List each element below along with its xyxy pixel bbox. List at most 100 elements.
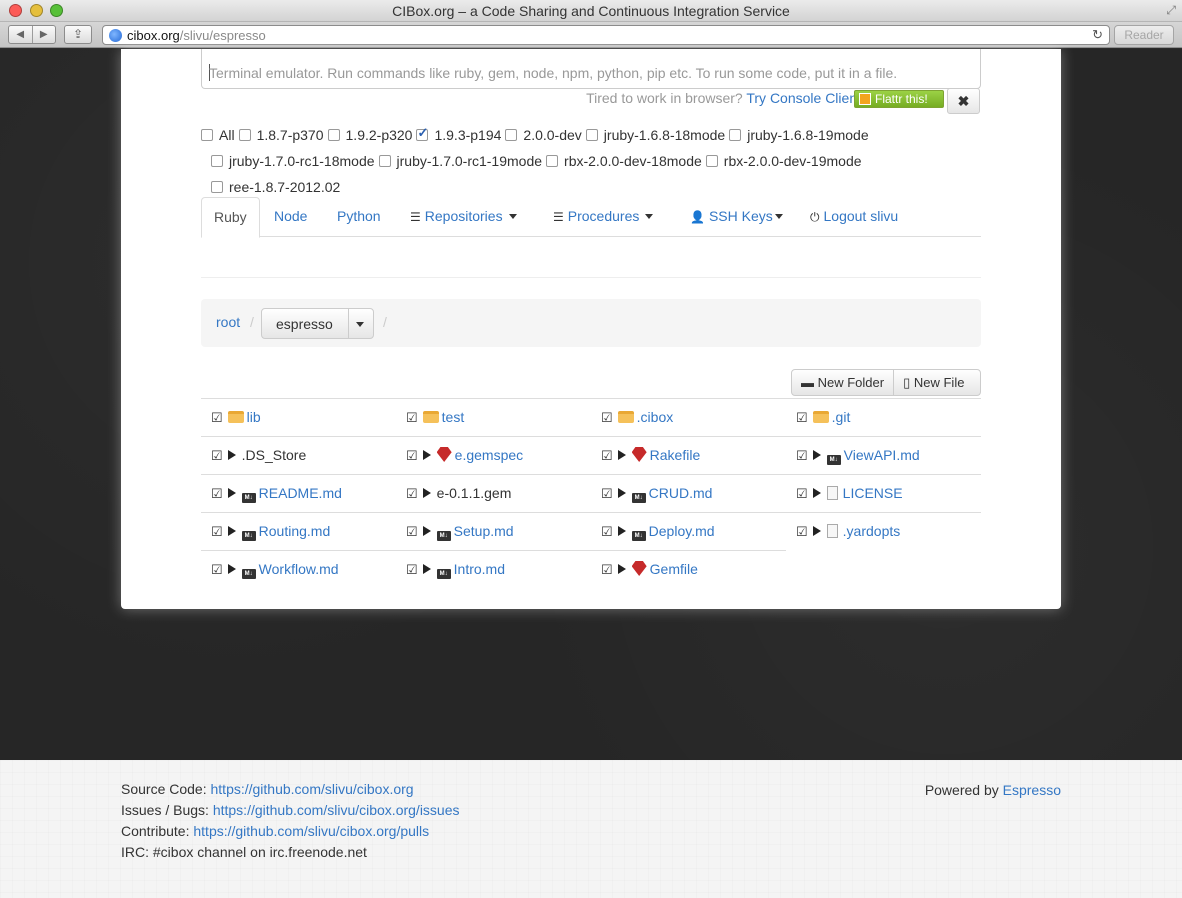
play-icon[interactable]	[812, 450, 821, 460]
play-icon[interactable]	[227, 526, 236, 536]
tab-logout[interactable]: ⏻ Logout slivu	[810, 197, 898, 237]
close-terminal-button[interactable]: ✖	[947, 88, 980, 114]
edit-icon[interactable]: ☑	[601, 410, 613, 426]
checkbox[interactable]	[211, 181, 223, 193]
play-icon[interactable]	[227, 488, 236, 498]
file-name[interactable]: lib	[247, 409, 261, 425]
play-icon[interactable]	[812, 526, 821, 536]
checkbox[interactable]	[416, 125, 429, 141]
powered-link[interactable]: Espresso	[1003, 782, 1061, 798]
file-name[interactable]: Workflow.md	[259, 561, 339, 577]
edit-icon[interactable]: ☑	[796, 410, 808, 426]
checkbox[interactable]	[585, 129, 598, 141]
tab-ruby[interactable]: Ruby	[201, 197, 260, 238]
chevron-down-icon[interactable]	[356, 322, 364, 327]
version-checkbox-item[interactable]: jruby-1.7.0-rc1-18mode	[211, 153, 375, 169]
reload-icon[interactable]: ↻	[1092, 27, 1103, 43]
breadcrumb-root-link[interactable]: root	[216, 314, 240, 330]
version-checkbox-item[interactable]: jruby-1.6.8-18mode	[585, 127, 725, 143]
edit-icon[interactable]: ☑	[601, 524, 613, 540]
terminal-input[interactable]: Terminal emulator. Run commands like rub…	[201, 49, 981, 89]
edit-icon[interactable]: ☑	[796, 448, 808, 464]
file-name[interactable]: CRUD.md	[649, 485, 713, 501]
tab-repositories[interactable]: ☰ Repositories	[410, 197, 517, 237]
version-checkbox-item[interactable]: 1.8.7-p370	[238, 127, 324, 143]
file-name[interactable]: ViewAPI.md	[844, 447, 920, 463]
forward-icon[interactable]: ▶	[33, 26, 56, 43]
play-icon[interactable]	[617, 526, 626, 536]
edit-icon[interactable]: ☑	[211, 562, 223, 578]
fullscreen-icon[interactable]: ⤢	[1166, 3, 1176, 18]
checkbox[interactable]	[705, 155, 718, 167]
checkbox[interactable]	[378, 155, 391, 167]
file-name[interactable]: Setup.md	[454, 523, 514, 539]
version-checkbox-item[interactable]: jruby-1.6.8-19mode	[729, 127, 869, 143]
new-file-button[interactable]: ▯ New File	[894, 370, 973, 395]
play-icon[interactable]	[422, 450, 431, 460]
edit-icon[interactable]: ☑	[211, 486, 223, 502]
flattr-button[interactable]: Flattr this!	[854, 90, 944, 108]
edit-icon[interactable]: ☑	[211, 524, 223, 540]
file-name[interactable]: Rakefile	[650, 447, 701, 463]
edit-icon[interactable]: ☑	[211, 410, 223, 426]
file-name[interactable]: .cibox	[637, 409, 674, 425]
version-checkbox-item[interactable]: rbx-2.0.0-dev-18mode	[546, 153, 702, 169]
play-icon[interactable]	[617, 450, 626, 460]
version-checkbox-item[interactable]: All	[201, 127, 235, 143]
edit-icon[interactable]: ☑	[796, 486, 808, 502]
play-icon[interactable]	[812, 488, 821, 498]
edit-icon[interactable]: ☑	[406, 562, 418, 578]
file-name[interactable]: README.md	[259, 485, 342, 501]
play-icon[interactable]	[227, 450, 236, 460]
play-icon[interactable]	[422, 488, 431, 498]
breadcrumb-current-dropdown[interactable]: espresso	[261, 308, 374, 339]
edit-icon[interactable]: ☑	[406, 410, 418, 426]
back-icon[interactable]: ◀	[9, 26, 33, 43]
file-name[interactable]: LICENSE	[843, 485, 903, 501]
checkbox[interactable]	[238, 129, 251, 141]
address-bar[interactable]: cibox.org/slivu/espresso ↻	[102, 25, 1110, 45]
edit-icon[interactable]: ☑	[601, 486, 613, 502]
file-name[interactable]: Deploy.md	[649, 523, 715, 539]
play-icon[interactable]	[617, 488, 626, 498]
edit-icon[interactable]: ☑	[601, 562, 613, 578]
file-name[interactable]: e.gemspec	[455, 447, 523, 463]
file-name[interactable]: .yardopts	[843, 523, 901, 539]
reader-button[interactable]: Reader	[1114, 25, 1174, 45]
file-name[interactable]: Gemfile	[650, 561, 698, 577]
version-checkbox-item[interactable]: jruby-1.7.0-rc1-19mode	[378, 153, 542, 169]
edit-icon[interactable]: ☑	[211, 448, 223, 464]
edit-icon[interactable]: ☑	[406, 524, 418, 540]
checkbox[interactable]	[201, 129, 213, 141]
edit-icon[interactable]: ☑	[406, 486, 418, 502]
play-icon[interactable]	[227, 564, 236, 574]
tab-python[interactable]: Python	[337, 197, 381, 237]
checkbox[interactable]	[729, 129, 742, 141]
checkbox[interactable]	[211, 155, 223, 167]
version-checkbox-item[interactable]: ree-1.8.7-2012.02	[211, 179, 340, 195]
tab-ssh-keys[interactable]: 👤 SSH Keys	[690, 197, 783, 237]
checkbox[interactable]	[546, 155, 559, 167]
version-checkbox-item[interactable]: 1.9.2-p320	[327, 127, 412, 143]
version-checkbox-item[interactable]: 1.9.3-p194	[416, 125, 501, 143]
contribute-link[interactable]: https://github.com/slivu/cibox.org/pulls	[193, 823, 429, 839]
file-name[interactable]: test	[442, 409, 465, 425]
source-link[interactable]: https://github.com/slivu/cibox.org	[211, 781, 414, 797]
tab-node[interactable]: Node	[274, 197, 307, 237]
play-icon[interactable]	[617, 564, 626, 574]
file-name[interactable]: Intro.md	[454, 561, 505, 577]
edit-icon[interactable]: ☑	[406, 448, 418, 464]
version-checkbox-item[interactable]: rbx-2.0.0-dev-19mode	[705, 153, 862, 169]
play-icon[interactable]	[422, 526, 431, 536]
tab-procedures[interactable]: ☰ Procedures	[553, 197, 654, 237]
new-folder-button[interactable]: ▬ New Folder	[792, 370, 895, 395]
issues-link[interactable]: https://github.com/slivu/cibox.org/issue…	[213, 802, 460, 818]
console-client-link[interactable]: Try Console Client	[746, 90, 861, 106]
checkbox[interactable]	[505, 129, 518, 141]
file-name[interactable]: Routing.md	[259, 523, 331, 539]
version-checkbox-item[interactable]: 2.0.0-dev	[505, 127, 582, 143]
share-icon[interactable]: ⇪	[64, 25, 92, 44]
play-icon[interactable]	[422, 564, 431, 574]
edit-icon[interactable]: ☑	[796, 524, 808, 540]
edit-icon[interactable]: ☑	[601, 448, 613, 464]
